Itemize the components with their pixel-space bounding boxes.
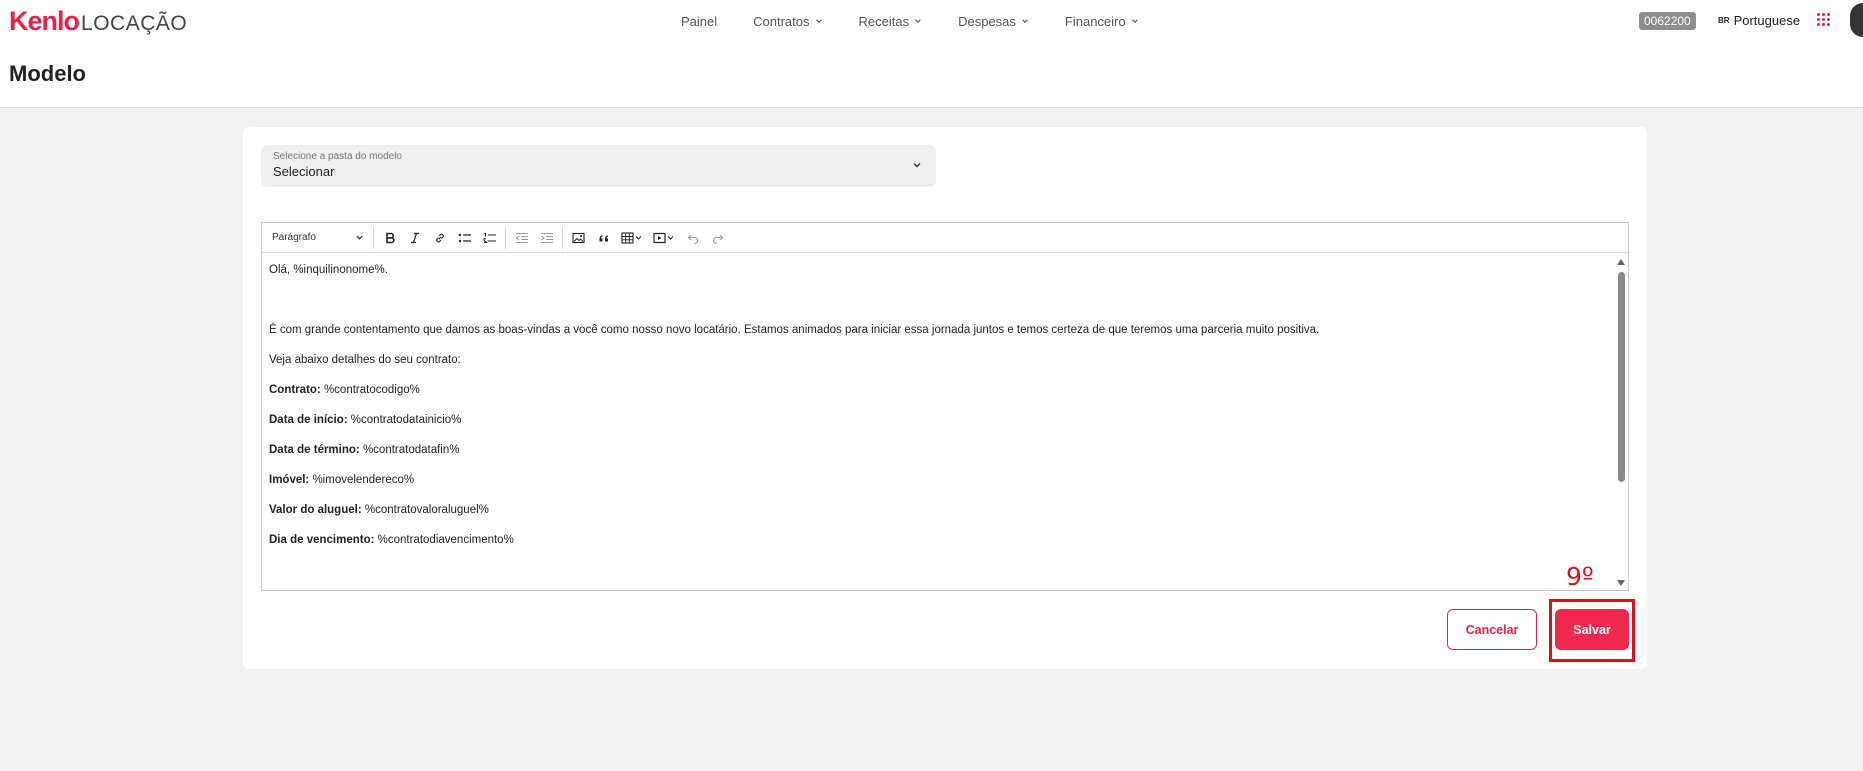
nav-label: Financeiro (1064, 13, 1126, 29)
chevron-down-icon (915, 19, 921, 23)
top-bar: Kenlo LOCAÇÃO Painel Contratos Receitas … (0, 0, 1863, 108)
nav-despesas[interactable]: Despesas (958, 12, 1029, 30)
blockquote-icon[interactable] (591, 227, 616, 249)
undo-icon[interactable] (680, 227, 705, 249)
account-code-badge: 0062200 (1639, 12, 1696, 30)
language-flag: BR (1718, 16, 1730, 25)
editor-paragraph: Imóvel: %imovelendereco% (269, 472, 1607, 489)
chevron-down-icon (1022, 19, 1028, 23)
numbered-list-icon[interactable] (477, 227, 502, 249)
kenlo-logo[interactable]: Kenlo LOCAÇÃO (9, 6, 187, 37)
link-icon[interactable] (427, 227, 452, 249)
toolbar-divider (505, 226, 506, 249)
nav-financeiro[interactable]: Financeiro (1065, 12, 1139, 30)
paragraph-style-dropdown[interactable]: Parágrafo (266, 227, 370, 249)
nav-contratos[interactable]: Contratos (753, 12, 822, 30)
paragraph-text: %imovelendereco% (309, 474, 415, 486)
language-label: Portuguese (1733, 13, 1801, 28)
avatar[interactable] (1850, 3, 1863, 37)
editor-paragraph: Veja abaixo detalhes do seu contrato: (269, 352, 1607, 369)
main-nav: Painel Contratos Receitas Despesas Finan… (681, 12, 1139, 30)
redo-icon[interactable] (705, 227, 730, 249)
field-label: Data de término: (269, 444, 360, 456)
paragraph-text: %contratodatafin% (359, 444, 460, 456)
indent-icon[interactable] (534, 227, 559, 249)
nav-receitas[interactable]: Receitas (859, 12, 923, 30)
language-selector[interactable]: BR Portuguese (1718, 13, 1800, 28)
cancel-button[interactable]: Cancelar (1447, 609, 1537, 650)
scroll-down-arrow-icon[interactable] (1617, 580, 1625, 586)
nav-painel[interactable]: Painel (681, 12, 717, 30)
editor-paragraph: Contrato: %contratocodigo% (269, 382, 1607, 399)
editor-paragraph: É com grande contentamento que damos as … (269, 322, 1607, 339)
editor-toolbar: Parágrafo (262, 223, 1628, 253)
chevron-down-icon (913, 163, 921, 168)
step-annotation-highlight (1549, 599, 1635, 662)
apps-grid-icon[interactable] (1817, 13, 1831, 27)
paragraph-style-label: Parágrafo (272, 232, 316, 243)
paragraph-text: %contratodatainicio% (347, 414, 462, 426)
folder-select[interactable]: Selecione a pasta do modelo Selecionar (261, 145, 936, 187)
bulleted-list-icon[interactable] (452, 227, 477, 249)
nav-label: Contratos (753, 13, 810, 29)
nav-label: Despesas (958, 13, 1016, 29)
field-label: Imóvel: (269, 474, 310, 486)
nav-label: Receitas (858, 13, 910, 29)
field-label: Data de início: (269, 414, 348, 426)
editor-paragraph (269, 292, 1607, 309)
paragraph-text: %contratovaloraluguel% (361, 504, 489, 516)
rich-text-editor: Parágrafo Olá, %inquilinonome%. É com gra… (261, 222, 1629, 591)
paragraph-text: %contratodiavencimento% (374, 534, 514, 546)
editor-scrollbar[interactable] (1615, 254, 1627, 590)
bold-icon[interactable] (377, 227, 402, 249)
page-title: Modelo (9, 61, 86, 86)
editor-content[interactable]: Olá, %inquilinonome%. É com grande conten… (262, 254, 1614, 590)
editor-paragraph: Data de início: %contratodatainicio% (269, 412, 1607, 429)
outdent-icon[interactable] (509, 227, 534, 249)
chevron-down-icon (1131, 19, 1138, 23)
table-icon[interactable] (616, 227, 648, 249)
paragraph-text: Veja abaixo detalhes do seu contrato: (269, 354, 461, 366)
italic-icon[interactable] (402, 227, 427, 249)
folder-select-label: Selecione a pasta do modelo (273, 151, 402, 162)
logo-main: Kenlo (9, 6, 80, 36)
media-embed-icon[interactable] (648, 227, 680, 249)
chevron-down-icon (356, 235, 363, 240)
logo-sub: LOCAÇÃO (81, 12, 188, 35)
paragraph-text: É com grande contentamento que damos as … (269, 324, 1320, 336)
scroll-up-arrow-icon[interactable] (1617, 259, 1625, 265)
paragraph-text: %contratocodigo% (320, 384, 420, 396)
field-label: Contrato: (269, 384, 321, 396)
folder-select-value: Selecionar (273, 164, 335, 179)
editor-paragraph: Valor do aluguel: %contratovaloraluguel% (269, 502, 1607, 519)
nav-label: Painel (681, 13, 718, 29)
toolbar-divider (373, 226, 374, 249)
scroll-thumb[interactable] (1618, 272, 1625, 482)
field-label: Valor do aluguel: (269, 504, 362, 516)
step-annotation-label: 9º (1566, 562, 1594, 591)
editor-paragraph: Olá, %inquilinonome%. (269, 262, 1607, 279)
template-form-card: Selecione a pasta do modelo Selecionar P… (243, 127, 1647, 669)
field-label: Dia de vencimento: (269, 534, 375, 546)
editor-paragraph: Dia de vencimento: %contratodiavenciment… (269, 532, 1607, 549)
chevron-down-icon (815, 19, 822, 23)
paragraph-text: Olá, %inquilinonome%. (269, 264, 388, 276)
image-icon[interactable] (566, 227, 591, 249)
toolbar-divider (562, 226, 563, 249)
editor-paragraph: Data de término: %contratodatafin% (269, 442, 1607, 459)
